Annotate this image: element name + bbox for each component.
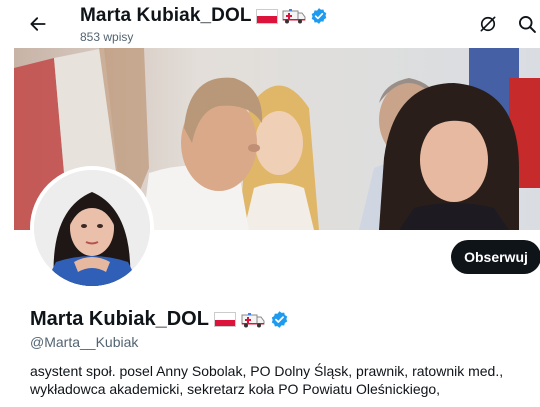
verified-badge-icon bbox=[271, 311, 288, 328]
ambulance-icon bbox=[241, 312, 265, 327]
header-name: Marta Kubiak_DOL bbox=[80, 5, 252, 26]
profile-name-row: Marta Kubiak_DOL bbox=[30, 308, 289, 331]
search-icon bbox=[519, 16, 536, 33]
arrow-left-icon bbox=[30, 17, 46, 31]
bio-line: asystent społ. posel Anny Sobolak, PO Do… bbox=[30, 363, 504, 379]
poland-flag-icon bbox=[255, 8, 278, 24]
ghost-icon bbox=[480, 16, 496, 32]
ambulance-icon bbox=[282, 9, 306, 24]
profile-handle: @Marta__Kubiak bbox=[30, 334, 139, 350]
header-title-block: Marta Kubiak_DOL 853 wpisy bbox=[80, 5, 328, 44]
profile-bio: asystent społ. posel Anny Sobolak, PO Do… bbox=[30, 362, 535, 398]
follow-button[interactable]: Obserwuj bbox=[451, 240, 540, 274]
ghost-button[interactable] bbox=[476, 12, 500, 36]
profile-name: Marta Kubiak_DOL bbox=[30, 308, 209, 330]
verified-badge-icon bbox=[311, 8, 326, 24]
back-button[interactable] bbox=[24, 10, 52, 38]
search-button[interactable] bbox=[515, 12, 539, 36]
bio-line: wykładowca akademicki, sekretarz koła PO… bbox=[30, 381, 441, 397]
avatar-photo bbox=[34, 170, 150, 286]
top-bar: Marta Kubiak_DOL 853 wpisy bbox=[0, 0, 540, 48]
profile-avatar[interactable] bbox=[30, 166, 154, 290]
poland-flag-icon bbox=[213, 312, 236, 327]
post-count: 853 wpisy bbox=[80, 30, 134, 44]
